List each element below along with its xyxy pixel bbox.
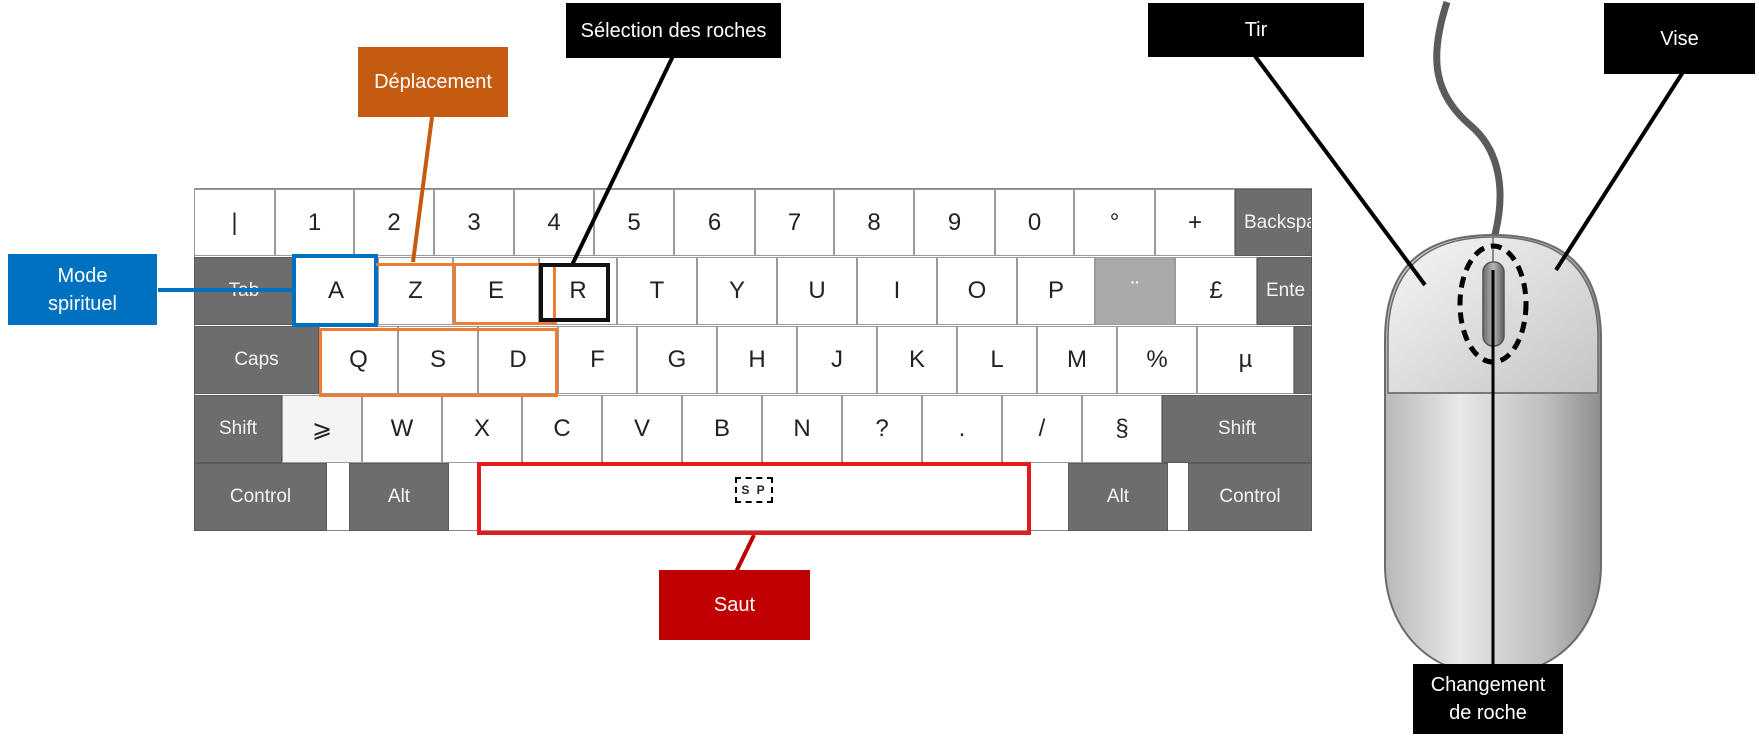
label-changement-roche: Changement de roche (1413, 664, 1563, 734)
label-selection-roches: Sélection des roches (566, 3, 781, 58)
line-saut (734, 534, 756, 573)
highlight-a-key (292, 254, 378, 327)
leader-lines (158, 54, 1685, 573)
line-deplacement (411, 116, 434, 263)
label-vise: Vise (1604, 3, 1755, 74)
label-mode-spirituel: Mode spirituel (8, 254, 157, 325)
line-vise (1554, 70, 1685, 272)
controls-diagram: | 1 2 3 4 5 6 7 8 9 0 ° + Backspa Tab A Z E R T Y U I O P ¨ £ Ente C… (0, 0, 1759, 743)
highlight-space-key (477, 462, 1031, 535)
label-tir: Tir (1148, 3, 1364, 57)
highlight-qsd-keys (319, 328, 558, 397)
line-tir (1253, 54, 1427, 287)
label-deplacement: Déplacement (358, 47, 508, 117)
line-selection (570, 55, 675, 266)
highlight-r-key (539, 263, 610, 322)
label-saut: Saut (659, 570, 810, 640)
